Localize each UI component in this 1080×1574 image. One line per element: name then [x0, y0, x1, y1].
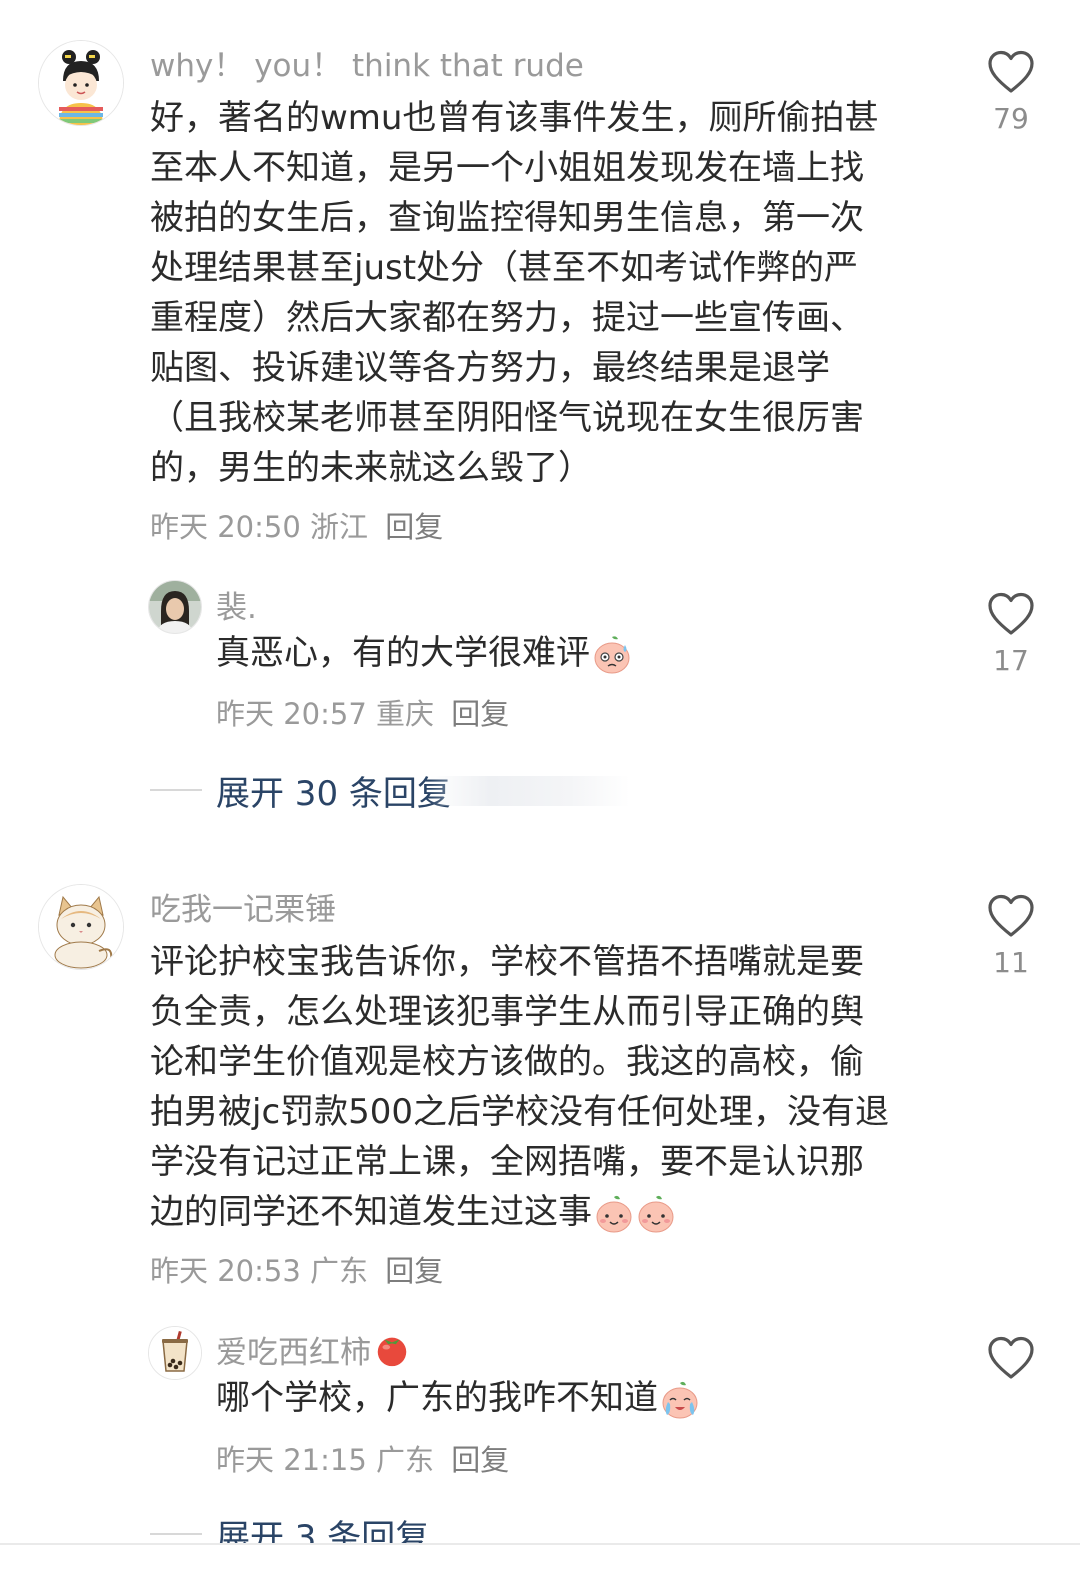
comment-line: 评论护校宝我告诉你，学校不管捂不捂嘴就是要 — [150, 942, 864, 982]
cat-avatar-icon — [39, 885, 123, 969]
bubble-tea-avatar-icon — [149, 1327, 201, 1379]
comment-location: 广东 — [310, 1254, 369, 1288]
bottom-cover — [0, 1545, 1080, 1574]
comment-time: 昨天 20:53 — [150, 1254, 301, 1288]
comment-line: 好，著名的wmu也曾有该事件发生，厕所偷拍甚 — [150, 98, 879, 138]
comment-location: 重庆 — [376, 697, 435, 731]
reply-button[interactable]: 回复 — [451, 697, 509, 731]
crying-face-emoji-icon — [662, 1381, 698, 1418]
divider — [150, 1533, 202, 1535]
divider — [150, 789, 202, 791]
sweating-face-emoji-icon — [594, 635, 630, 673]
cartoon-girl-avatar-icon — [39, 41, 123, 125]
comment-line: 贴图、投诉建议等各方努力，最终结果是退学 — [150, 348, 830, 388]
reply-button[interactable]: 回复 — [451, 1443, 509, 1477]
comment-text: 评论护校宝我告诉你，学校不管捂不捂嘴就是要 负全责，怎么处理该犯事学生从而引导正… — [150, 937, 889, 1237]
smiling-face-emoji-icon — [638, 1195, 674, 1232]
comment-line: 拍男被jc罚款500之后学校没有任何处理，没有退 — [150, 1092, 890, 1132]
comment-line: 边的同学还不知道发生过这事 — [150, 1187, 889, 1237]
expand-replies-button[interactable]: 展开 30 条回复 — [150, 768, 451, 814]
comment-line: 处理结果甚至just处分（甚至不如考试作弊的严 — [150, 248, 859, 288]
comment-line-text: 真恶心，有的大学很难评 — [216, 633, 590, 673]
like-button[interactable]: 79 — [981, 50, 1041, 135]
reply-button[interactable]: 回复 — [385, 510, 443, 544]
username[interactable]: 吃我一记栗锤 — [150, 884, 336, 929]
comment-line-text: 哪个学校，广东的我咋不知道 — [216, 1378, 658, 1418]
username[interactable]: why！ you！ think that rude — [150, 40, 584, 85]
user-avatar[interactable] — [38, 40, 124, 126]
comment-text: 真恶心，有的大学很难评 — [216, 628, 632, 678]
comment-line: 被拍的女生后，查询监控得知男生信息，第一次 — [150, 198, 864, 238]
heart-outline-icon — [988, 1336, 1034, 1379]
comment-line-text: 边的同学还不知道发生过这事 — [150, 1192, 592, 1232]
user-avatar[interactable] — [148, 580, 202, 634]
tomato-emoji-icon — [377, 1337, 407, 1367]
like-count: 11 — [993, 946, 1029, 979]
comment-line: 学没有记过正常上课，全网捂嘴，要不是认识那 — [150, 1142, 864, 1182]
comment-line: 负全责，怎么处理该犯事学生从而引导正确的舆 — [150, 992, 864, 1032]
loading-shimmer — [430, 776, 630, 806]
comment-time: 昨天 20:50 — [150, 510, 301, 544]
reply-button[interactable]: 回复 — [385, 1254, 443, 1288]
like-count: 17 — [993, 644, 1029, 677]
comment-time: 昨天 21:15 — [216, 1443, 367, 1477]
like-button[interactable]: 11 — [981, 894, 1041, 979]
heart-outline-icon — [988, 592, 1034, 635]
expand-replies-label: 展开 30 条回复 — [216, 773, 451, 814]
comment-line: 重程度）然后大家都在努力，提过一些宣传画、 — [150, 298, 864, 338]
username[interactable]: 爱吃西红柿 — [216, 1327, 411, 1372]
comment-time: 昨天 20:57 — [216, 697, 367, 731]
heart-outline-icon — [988, 50, 1034, 93]
comment-meta: 昨天 20:50 浙江 回复 — [150, 504, 443, 546]
comment-line: 至本人不知道，是另一个小姐姐发现发在墙上找 — [150, 148, 864, 188]
user-avatar[interactable] — [148, 1326, 202, 1380]
like-count: 79 — [993, 102, 1029, 135]
like-button[interactable] — [981, 1336, 1041, 1380]
comment-text: 哪个学校，广东的我咋不知道 — [216, 1373, 700, 1423]
heart-outline-icon — [988, 894, 1034, 937]
comment-line: 论和学生价值观是校方该做的。我这的高校，偷 — [150, 1042, 864, 1082]
comment-line: 的，男生的未来就这么毁了） — [150, 448, 592, 488]
username[interactable]: 裴. — [216, 582, 257, 627]
comment-location: 浙江 — [310, 510, 369, 544]
comment-line: 哪个学校，广东的我咋不知道 — [216, 1373, 700, 1423]
comment-location: 广东 — [376, 1443, 435, 1477]
comment-meta: 昨天 20:57 重庆 回复 — [216, 691, 509, 733]
comment-line: （且我校某老师甚至阴阳怪气说现在女生很厉害 — [150, 398, 864, 438]
username-text: 爱吃西红柿 — [216, 1335, 371, 1371]
smiling-face-emoji-icon — [596, 1195, 632, 1232]
comment-line: 真恶心，有的大学很难评 — [216, 628, 632, 678]
user-avatar[interactable] — [38, 884, 124, 970]
comment-meta: 昨天 20:53 广东 回复 — [150, 1248, 443, 1290]
comment-text: 好，著名的wmu也曾有该事件发生，厕所偷拍甚 至本人不知道，是另一个小姐姐发现发… — [150, 93, 878, 493]
comment-meta: 昨天 21:15 广东 回复 — [216, 1437, 509, 1479]
like-button[interactable]: 17 — [981, 592, 1041, 677]
photo-avatar-icon — [149, 581, 201, 633]
